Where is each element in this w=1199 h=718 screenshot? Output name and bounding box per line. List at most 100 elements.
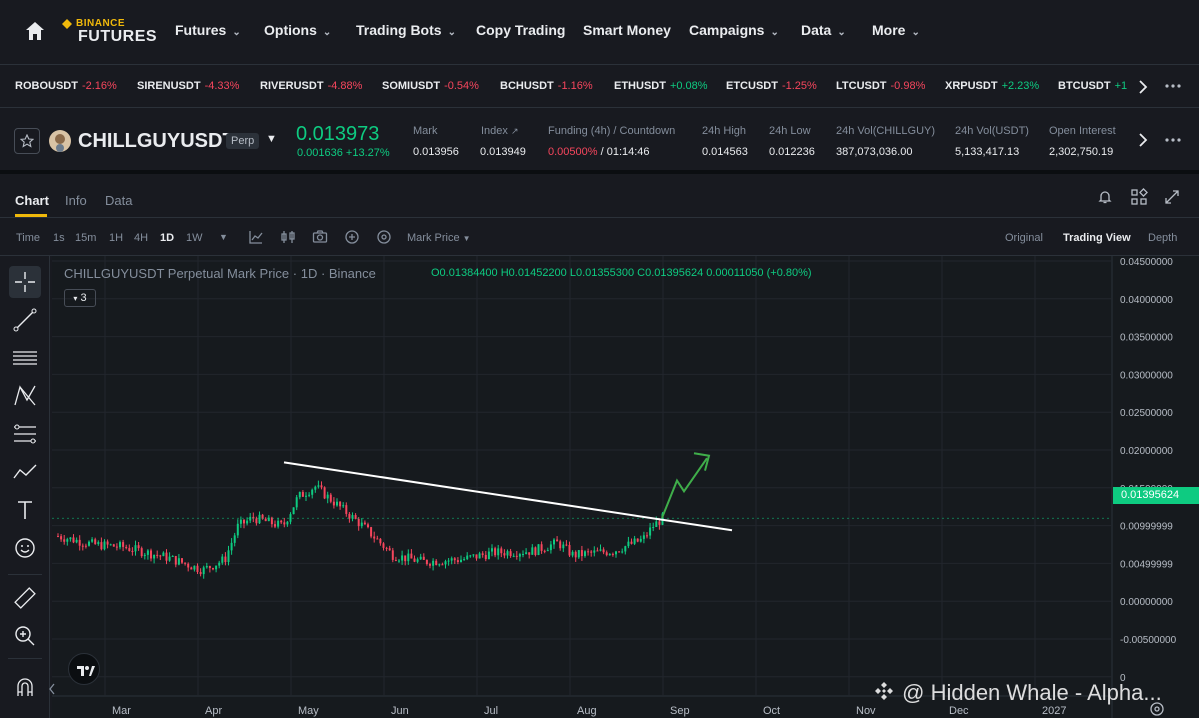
add-indicator-icon[interactable] <box>344 229 360 245</box>
ticker-item[interactable]: ROBOUSDT -2.16% <box>15 80 117 92</box>
price-type-label: Mark Price <box>407 232 460 244</box>
candle-body <box>78 539 81 546</box>
drawing-toolbar <box>0 256 50 718</box>
chevron-down-icon: ⌄ <box>322 27 332 38</box>
symbol-dropdown-icon[interactable]: ▼ <box>266 133 277 145</box>
chevron-down-icon: ⌄ <box>837 27 846 38</box>
indicator-collapse-button[interactable]: ▾ 3 <box>64 289 96 307</box>
view-trading-view[interactable]: Trading View <box>1063 232 1131 244</box>
candle-body <box>258 514 261 524</box>
chart-legend-title: CHILLGUYUSDT Perpetual Mark Price · 1D ·… <box>64 266 376 281</box>
candle-body <box>131 550 134 552</box>
nav-item-smart-money[interactable]: Smart Money <box>583 22 671 38</box>
emoji-tool[interactable] <box>9 532 41 564</box>
ticker-item[interactable]: RIVERUSDT -4.88% <box>260 80 362 92</box>
view-original[interactable]: Original <box>1005 232 1043 244</box>
candle-body <box>528 552 531 555</box>
interval-15m[interactable]: 15m <box>75 232 96 244</box>
tab-chart[interactable]: Chart <box>15 193 49 208</box>
nav-item-more[interactable]: More ⌄ <box>872 22 920 38</box>
tab-data[interactable]: Data <box>105 193 132 208</box>
stats-more-icon[interactable] <box>1164 137 1182 143</box>
top-navbar: BINANCE FUTURES Futures ⌄ Options ⌄ Trading … <box>0 0 1199 64</box>
binance-futures-logo[interactable]: BINANCE FUTURES <box>62 18 157 48</box>
external-link-icon[interactable]: ↗ <box>511 126 519 136</box>
ticker-next-icon[interactable] <box>1137 80 1149 94</box>
favorite-button[interactable] <box>14 128 40 154</box>
ticker-more-icon[interactable] <box>1164 83 1182 89</box>
text-tool[interactable] <box>9 494 41 526</box>
magnet-tool[interactable] <box>9 672 41 704</box>
nav-item-options[interactable]: Options ⌄ <box>264 22 331 38</box>
projection-tool[interactable] <box>9 456 41 488</box>
layout-grid-icon[interactable] <box>1130 188 1148 206</box>
crosshair-tool[interactable] <box>9 266 41 298</box>
camera-icon[interactable] <box>312 229 328 245</box>
candle-body <box>193 565 196 570</box>
ticker-item[interactable]: LTCUSDT -0.98% <box>836 80 925 92</box>
nav-item-data[interactable]: Data ⌄ <box>801 22 846 38</box>
candle-body <box>88 541 90 546</box>
zoom-tool[interactable] <box>9 620 41 652</box>
pattern-tool[interactable] <box>9 380 41 412</box>
stat-label-mark: Mark <box>413 125 438 137</box>
scroll-left-icon[interactable] <box>48 682 56 696</box>
pattern-icon <box>14 385 36 406</box>
candle-body <box>277 520 280 527</box>
tab-info[interactable]: Info <box>65 193 87 208</box>
candle-body <box>255 518 258 524</box>
fib-tool[interactable] <box>9 418 41 450</box>
candle-body <box>416 559 419 562</box>
candle-body <box>122 542 125 547</box>
stats-next-icon[interactable] <box>1137 133 1149 147</box>
stat-label-index: Index ↗ <box>481 125 519 137</box>
candle-body <box>515 555 518 557</box>
interval-1w[interactable]: 1W <box>186 232 203 244</box>
ticker-item[interactable]: SOMIUSDT -0.54% <box>382 80 479 92</box>
candle-body <box>367 524 369 528</box>
trendline-tool[interactable] <box>9 304 41 336</box>
candle-body <box>618 551 621 553</box>
price-chart[interactable]: 0.04500000 0.04000000 0.03500000 0.03000000… <box>52 256 1199 718</box>
ticker-change: -1.25% <box>781 80 817 92</box>
candle-body <box>363 522 366 525</box>
ruler-tool[interactable] <box>9 582 41 614</box>
ticker-item[interactable]: ETHUSDT +0.08% <box>614 80 708 92</box>
ticker-item[interactable]: ETCUSDT -1.25% <box>726 80 817 92</box>
nav-item-copy-trading[interactable]: Copy Trading <box>476 22 565 38</box>
candle-body <box>438 564 441 566</box>
interval-dropdown-icon[interactable]: ▼ <box>219 232 228 242</box>
chevron-down-icon: ⌄ <box>232 27 241 38</box>
tradingview-logo[interactable] <box>68 653 100 685</box>
indicators-icon[interactable] <box>280 229 296 245</box>
horizontal-lines-tool[interactable] <box>9 342 41 374</box>
view-depth[interactable]: Depth <box>1148 232 1177 244</box>
chart-type-icon[interactable] <box>248 229 264 245</box>
settings-icon[interactable] <box>376 229 392 245</box>
nav-item-campaigns[interactable]: Campaigns ⌄ <box>689 22 779 38</box>
bell-icon[interactable] <box>1097 189 1113 205</box>
price-type-select[interactable]: Mark Price ▼ <box>407 232 471 244</box>
candle-body <box>453 558 456 561</box>
candle-body <box>274 524 276 527</box>
ticker-item[interactable]: XRPUSDT +2.23% <box>945 80 1039 92</box>
ticker-item[interactable]: BCHUSDT -1.16% <box>500 80 593 92</box>
interval-4h[interactable]: 4H <box>134 232 148 244</box>
symbol-name[interactable]: CHILLGUYUSDT <box>78 130 235 153</box>
expand-icon[interactable] <box>1164 189 1180 205</box>
nav-item-trading-bots[interactable]: Trading Bots ⌄ <box>356 22 456 38</box>
candle-body <box>243 519 245 524</box>
ticker-item[interactable]: SIRENUSDT -4.33% <box>137 80 239 92</box>
chevron-down-icon: ⌄ <box>911 27 920 38</box>
toolbar-divider <box>8 574 42 575</box>
interval-1d[interactable]: 1D <box>160 232 174 244</box>
interval-time[interactable]: Time <box>16 232 40 244</box>
time-axis-label: Oct <box>763 705 780 717</box>
nav-item-futures[interactable]: Futures ⌄ <box>175 22 241 38</box>
candle-body <box>580 550 583 557</box>
interval-1h[interactable]: 1H <box>109 232 123 244</box>
interval-1s[interactable]: 1s <box>53 232 65 244</box>
home-icon[interactable] <box>24 20 46 42</box>
candle-body <box>639 538 642 542</box>
ticker-item[interactable]: BTCUSDT +1 <box>1058 80 1130 92</box>
